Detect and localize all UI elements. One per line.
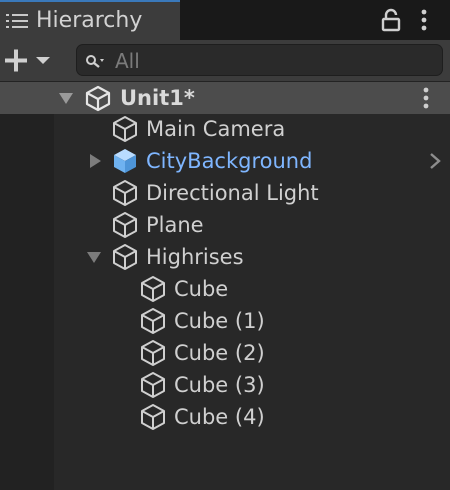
kebab-menu-icon[interactable] [416, 8, 432, 32]
plus-icon [5, 49, 27, 72]
search-icon [86, 55, 104, 68]
gameobject-cube-icon [141, 404, 165, 430]
scene-row[interactable]: Unit1* [0, 82, 450, 114]
unity-logo-icon [85, 85, 111, 112]
tab-title: Hierarchy [36, 8, 143, 33]
collapse-arrow-icon[interactable] [88, 153, 104, 169]
list-icon [6, 14, 28, 28]
gameobject-cube-icon [141, 372, 165, 398]
hierarchy-item-label: Directional Light [146, 181, 319, 205]
gameobject-cube-icon [113, 180, 137, 206]
hierarchy-item-label: Plane [146, 213, 204, 237]
hierarchy-item-main-camera[interactable]: Main Camera [0, 113, 450, 145]
hierarchy-item-label: Cube (2) [174, 341, 265, 365]
dropdown-arrow-icon [36, 57, 50, 64]
prefab-cube-icon [114, 149, 136, 173]
hierarchy-item-plane[interactable]: Plane [0, 209, 450, 241]
lock-icon[interactable] [380, 8, 402, 32]
hierarchy-item-cube[interactable]: Cube [0, 273, 450, 305]
gameobject-cube-icon [113, 244, 137, 270]
expand-arrow-icon[interactable] [58, 91, 74, 107]
expand-arrow-icon[interactable] [86, 250, 102, 266]
add-button[interactable] [2, 48, 54, 74]
hierarchy-item-highrises[interactable]: Highrises [0, 241, 450, 273]
tab-bar: Hierarchy [0, 0, 450, 40]
hierarchy-item-cube-1[interactable]: Cube (1) [0, 305, 450, 337]
hierarchy-item-cube-3[interactable]: Cube (3) [0, 369, 450, 401]
hierarchy-item-cube-2[interactable]: Cube (2) [0, 337, 450, 369]
gameobject-cube-icon [141, 340, 165, 366]
gameobject-cube-icon [141, 308, 165, 334]
scene-kebab-menu-icon[interactable] [418, 86, 434, 110]
hierarchy-item-label: Cube (3) [174, 373, 265, 397]
gameobject-cube-icon [113, 116, 137, 142]
hierarchy-item-citybackground[interactable]: CityBackground [0, 145, 450, 177]
search-input[interactable] [113, 47, 437, 75]
hierarchy-item-label: CityBackground [146, 149, 313, 173]
hierarchy-item-label: Highrises [146, 245, 244, 269]
tab-hierarchy[interactable]: Hierarchy [0, 0, 180, 40]
hierarchy-item-directional-light[interactable]: Directional Light [0, 177, 450, 209]
hierarchy-item-label: Cube (4) [174, 405, 265, 429]
gameobject-cube-icon [113, 212, 137, 238]
hierarchy-item-label: Cube (1) [174, 309, 265, 333]
hierarchy-item-label: Main Camera [146, 117, 286, 141]
search-field[interactable] [76, 44, 443, 76]
gameobject-cube-icon [141, 276, 165, 302]
chevron-right-icon[interactable] [428, 153, 442, 169]
hierarchy-item-label: Cube [174, 277, 229, 301]
toolbar [0, 40, 450, 82]
hierarchy-item-cube-4[interactable]: Cube (4) [0, 401, 450, 433]
scene-name: Unit1* [120, 86, 195, 110]
